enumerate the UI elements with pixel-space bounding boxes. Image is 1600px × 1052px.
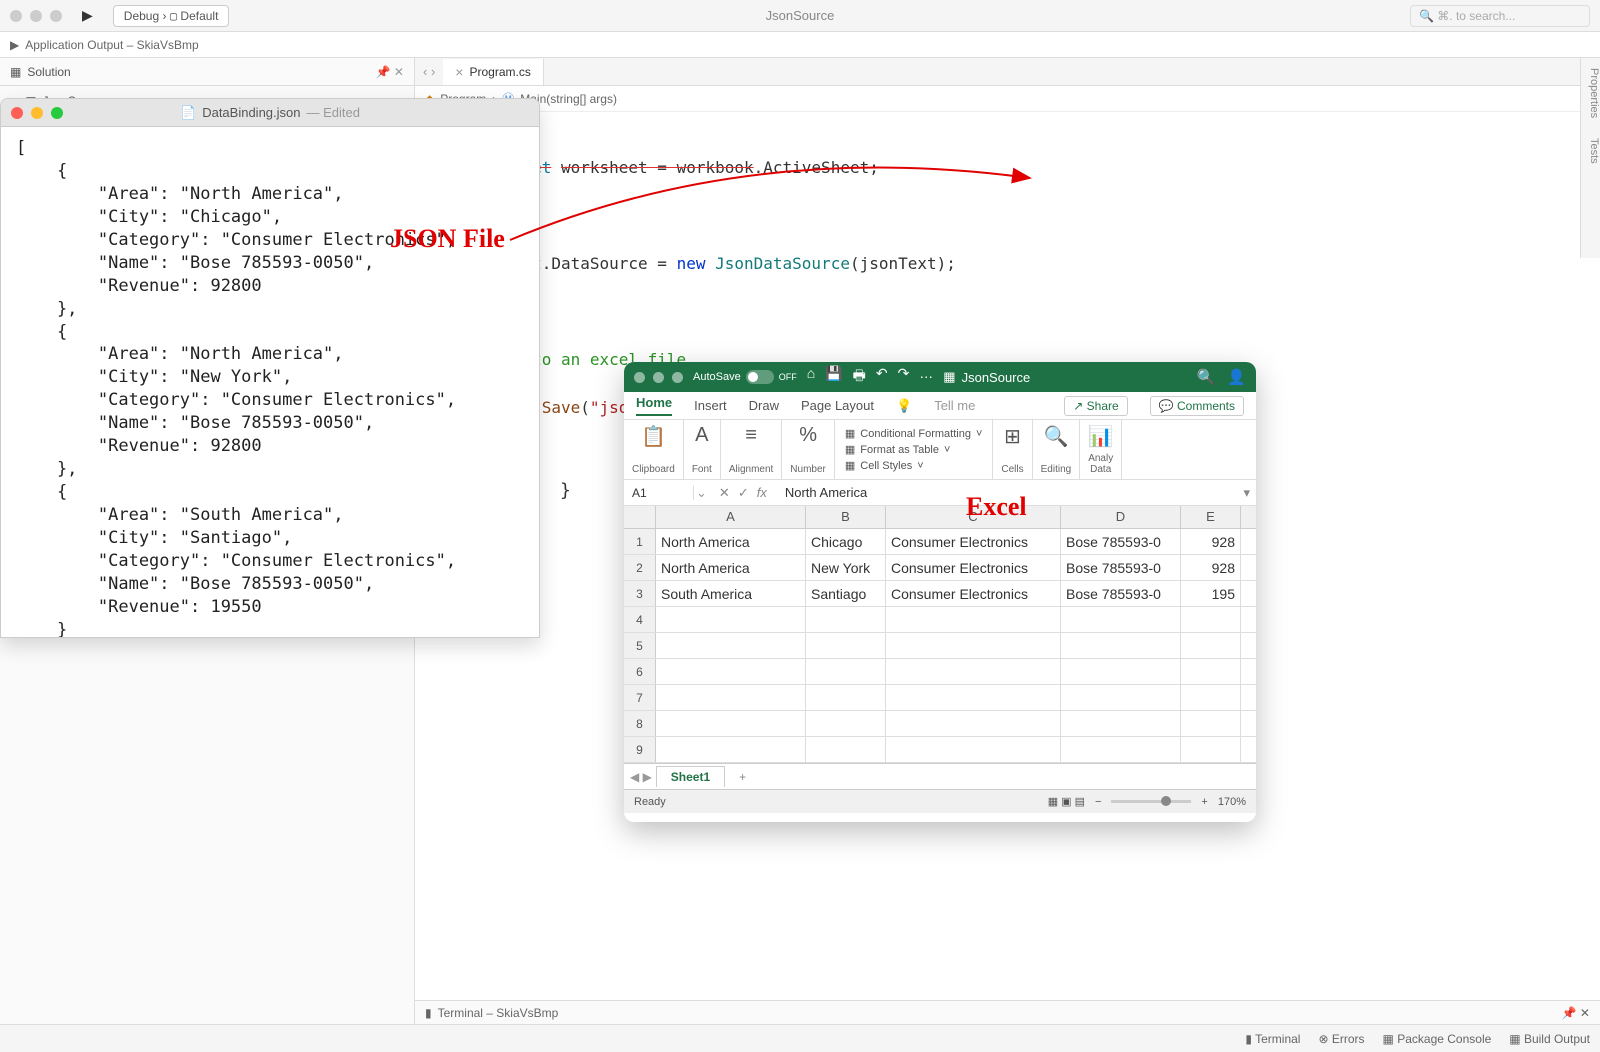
save-icon: 💾: [825, 365, 842, 389]
pin-icon[interactable]: 📌 ✕: [376, 65, 404, 79]
closing-brace: }: [560, 480, 571, 501]
tell-me[interactable]: Tell me: [934, 398, 975, 413]
excel-ribbon[interactable]: 📋Clipboard AFont ≡Alignment %Number ▦Con…: [624, 420, 1256, 480]
search-input[interactable]: 🔍 ⌘. to search...: [1410, 5, 1590, 27]
align-icon: ≡: [745, 424, 757, 447]
excel-ribbon-tabs[interactable]: Home Insert Draw Page Layout 💡 Tell me ↗…: [624, 392, 1256, 420]
status-terminal[interactable]: ▮ Terminal: [1245, 1032, 1300, 1046]
solution-header: ▦Solution 📌 ✕: [0, 58, 414, 86]
window-title: JsonSource: [766, 8, 835, 23]
share-button[interactable]: ↗ Share: [1064, 396, 1127, 416]
doc-title: ▦JsonSource: [943, 369, 1030, 385]
quick-access[interactable]: ⌂💾🖶 ↶↷…: [807, 365, 934, 389]
excel-grid[interactable]: A B C D E 1North AmericaChicagoConsumer …: [624, 506, 1256, 763]
name-box[interactable]: A1: [624, 486, 694, 500]
window-controls[interactable]: [634, 372, 683, 383]
print-icon: 🖶: [853, 365, 866, 389]
json-file-window: 📄 DataBinding.json — Edited [ { "Area": …: [0, 98, 540, 638]
home-icon: ⌂: [807, 365, 815, 389]
comments-button[interactable]: 💬 Comments: [1150, 396, 1244, 416]
window-controls[interactable]: [10, 10, 62, 22]
excel-window: AutoSaveOFF ⌂💾🖶 ↶↷… ▦JsonSource 🔍👤 Home …: [624, 362, 1256, 822]
tab-bar: ‹ › × Program.cs: [415, 58, 1600, 86]
analyze-icon: 📊: [1088, 424, 1113, 449]
run-button[interactable]: ▶: [82, 7, 93, 24]
cells-icon: ⊞: [1004, 424, 1021, 449]
excel-icon: ▦: [943, 369, 955, 385]
autosave-toggle[interactable]: AutoSaveOFF: [693, 370, 797, 384]
sheet-tab[interactable]: Sheet1: [656, 766, 725, 787]
json-content[interactable]: [ { "Area": "North America", "City": "Ch…: [1, 127, 539, 638]
tab-home[interactable]: Home: [636, 395, 672, 416]
top-toolbar: ▶ Debug › ▢ Default JsonSource 🔍 ⌘. to s…: [0, 0, 1600, 32]
formula-bar[interactable]: A1 ⌄ ✕✓fx North America ▾: [624, 480, 1256, 506]
annotation-json: JSON File: [390, 224, 505, 254]
ide-status-bar: ▮ Terminal ⊗ Errors ▦ Package Console ▦ …: [0, 1024, 1600, 1052]
excel-status-bar: Ready ▦ ▣ ▤ −+ 170%: [624, 789, 1256, 813]
breadcrumb[interactable]: ◆ Program › Ⓜ Main(string[] args): [415, 86, 1600, 112]
status-package[interactable]: ▦ Package Console: [1383, 1032, 1492, 1046]
properties-tab[interactable]: Properties: [1581, 68, 1600, 118]
right-sidebar[interactable]: Properties Tests: [1580, 58, 1600, 258]
debug-selector[interactable]: Debug › ▢ Default: [113, 5, 230, 27]
font-icon: A: [695, 424, 708, 447]
number-icon: %: [799, 424, 817, 447]
search-icon[interactable]: 🔍: [1197, 368, 1216, 386]
add-sheet[interactable]: +: [729, 767, 756, 787]
app-output-bar[interactable]: ▶Application Output – SkiaVsBmp: [0, 32, 1600, 58]
zoom-slider[interactable]: [1111, 800, 1191, 803]
annotation-excel: Excel: [966, 492, 1027, 522]
status-build[interactable]: ▦ Build Output: [1509, 1032, 1590, 1046]
editing-icon: 🔍: [1043, 424, 1068, 449]
nav-arrows[interactable]: ‹ ›: [415, 64, 443, 79]
pin-icon[interactable]: 📌 ✕: [1562, 1006, 1590, 1020]
json-titlebar[interactable]: 📄 DataBinding.json — Edited: [1, 99, 539, 127]
sheet-tabs[interactable]: ◀ ▶ Sheet1 +: [624, 763, 1256, 789]
tab-page-layout[interactable]: Page Layout: [801, 398, 874, 413]
terminal-bar[interactable]: ▮Terminal – SkiaVsBmp 📌 ✕: [415, 1000, 1600, 1024]
tests-tab[interactable]: Tests: [1581, 138, 1600, 164]
file-icon: 📄: [180, 105, 196, 121]
tab-draw[interactable]: Draw: [749, 398, 779, 413]
close-icon[interactable]: ×: [455, 64, 463, 80]
clipboard-icon: 📋: [641, 424, 666, 449]
json-title: 📄 DataBinding.json — Edited: [180, 105, 360, 121]
window-controls[interactable]: [11, 107, 63, 119]
redo-icon: ↷: [898, 365, 910, 389]
user-icon[interactable]: 👤: [1227, 368, 1246, 386]
excel-titlebar[interactable]: AutoSaveOFF ⌂💾🖶 ↶↷… ▦JsonSource 🔍👤: [624, 362, 1256, 392]
tab-insert[interactable]: Insert: [694, 398, 727, 413]
view-icons[interactable]: ▦ ▣ ▤: [1048, 795, 1085, 808]
tab-program[interactable]: × Program.cs: [443, 59, 544, 85]
status-errors[interactable]: ⊗ Errors: [1318, 1032, 1364, 1046]
undo-icon: ↶: [876, 365, 888, 389]
